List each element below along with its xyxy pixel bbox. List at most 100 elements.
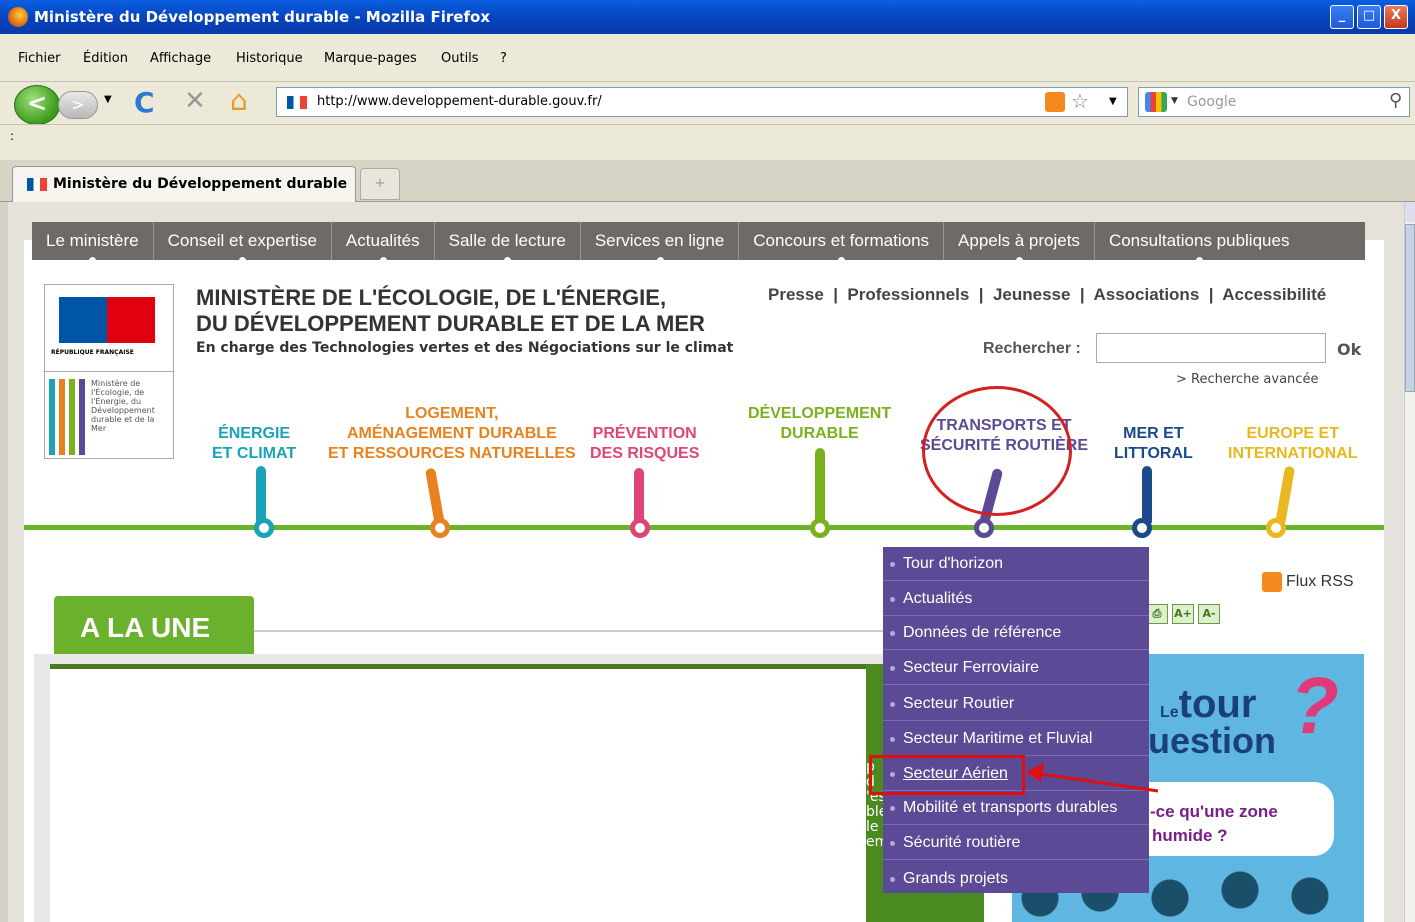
font-decrease-button[interactable]: A- xyxy=(1198,604,1220,624)
ministry-logo[interactable]: RÉPUBLIQUE FRANÇAISE Ministère de l'Écol… xyxy=(44,284,174,459)
print-icon[interactable]: ⎙ xyxy=(1146,604,1168,624)
menu-outils[interactable]: Outils xyxy=(441,51,479,66)
nav-salle-lecture[interactable]: Salle de lecture xyxy=(435,222,581,264)
history-dropdown-icon[interactable]: ▼ xyxy=(104,94,112,105)
vertical-scrollbar[interactable] xyxy=(1404,202,1415,922)
theme-logement-l1: LOGEMENT, xyxy=(405,405,499,422)
theme-europe-l2: INTERNATIONAL xyxy=(1228,445,1358,462)
theme-logement[interactable]: LOGEMENT, AMÉNAGEMENT DURABLE ET RESSOURCE… xyxy=(328,404,576,464)
node-transports[interactable] xyxy=(974,518,994,538)
url-dropdown-icon[interactable]: ▼ xyxy=(1109,96,1117,107)
node-logement[interactable] xyxy=(430,518,450,538)
new-tab-button[interactable]: + xyxy=(360,168,400,200)
address-bar[interactable]: http://www.developpement-durable.gouv.fr… xyxy=(276,87,1128,117)
favicon-icon xyxy=(287,96,307,109)
dd-secteur-maritime[interactable]: Secteur Maritime et Fluvial xyxy=(883,722,1149,756)
dd-securite-routiere[interactable]: Sécurité routière xyxy=(883,826,1149,860)
dd-secteur-routier[interactable]: Secteur Routier xyxy=(883,687,1149,721)
site-search-input[interactable] xyxy=(1096,333,1326,363)
nav-services-en-ligne[interactable]: Services en ligne xyxy=(581,222,740,264)
theme-europe-l1: EUROPE ET xyxy=(1246,425,1339,442)
search-box[interactable]: ▼ Google ⚲ xyxy=(1138,87,1410,117)
flux-rss-link[interactable]: Flux RSS xyxy=(1262,572,1354,592)
title-line-1: MINISTÈRE DE L'ÉCOLOGIE, DE L'ÉNERGIE, xyxy=(196,285,667,310)
title-line-2: DU DÉVELOPPEMENT DURABLE ET DE LA MER xyxy=(196,311,705,336)
nav-actualites[interactable]: Actualités xyxy=(332,222,435,264)
stop-button[interactable]: ✕ xyxy=(184,86,206,116)
ministry-subtitle: En charge des Technologies vertes et des… xyxy=(196,340,734,356)
node-mer[interactable] xyxy=(1132,518,1152,538)
theme-mer[interactable]: MER ET LITTORAL xyxy=(1114,424,1193,464)
scroll-thumb[interactable] xyxy=(1405,224,1415,392)
node-prevention[interactable] xyxy=(630,518,650,538)
dd-donnees-reference[interactable]: Données de référence xyxy=(883,616,1149,650)
home-button[interactable]: ⌂ xyxy=(230,84,248,117)
bookmark-star-icon[interactable]: ☆ xyxy=(1071,89,1089,113)
nav-le-ministere[interactable]: Le ministère xyxy=(32,222,154,264)
theme-prevention[interactable]: PRÉVENTION DES RISQUES xyxy=(590,424,699,464)
firefox-icon xyxy=(8,7,28,27)
close-button[interactable]: X xyxy=(1384,5,1408,29)
search-go-icon[interactable]: ⚲ xyxy=(1389,90,1402,111)
banner-question: uestion xyxy=(1148,720,1277,761)
url-text: http://www.developpement-durable.gouv.fr… xyxy=(317,94,602,109)
menu-help[interactable]: ? xyxy=(500,51,507,66)
dd-grands-projets[interactable]: Grands projets xyxy=(883,862,1149,896)
stick-mer xyxy=(1142,466,1152,526)
node-developpement[interactable] xyxy=(810,518,830,538)
theme-developpement[interactable]: DÉVELOPPEMENT DURABLE xyxy=(748,404,891,444)
reload-button[interactable]: C xyxy=(134,86,155,119)
dd-tour-horizon[interactable]: Tour d'horizon xyxy=(883,547,1149,581)
search-label: Rechercher : xyxy=(983,340,1081,357)
maximize-button[interactable]: □ xyxy=(1357,5,1381,29)
dd-actualites[interactable]: Actualités xyxy=(883,582,1149,616)
page-tools: ⎙ A+ A- xyxy=(1146,604,1224,624)
navigation-toolbar: < > ▼ C ✕ ⌂ http://www.developpement-dur… xyxy=(0,82,1415,125)
tab-ministere[interactable]: Ministère du Développement durable xyxy=(12,166,356,202)
font-increase-button[interactable]: A+ xyxy=(1172,604,1194,624)
menu-fichier[interactable]: Fichier xyxy=(18,51,61,66)
dd-secteur-ferroviaire[interactable]: Secteur Ferroviaire xyxy=(883,651,1149,685)
bubble-line-2: humide ? xyxy=(1152,826,1228,845)
bubble-line-1: -ce qu'une zone xyxy=(1150,802,1278,821)
advanced-search-link[interactable]: > Recherche avancée xyxy=(1176,372,1318,387)
node-energie[interactable] xyxy=(254,518,274,538)
node-europe[interactable] xyxy=(1266,518,1286,538)
rss-feed-icon[interactable] xyxy=(1045,92,1065,112)
theme-europe[interactable]: EUROPE ET INTERNATIONAL xyxy=(1228,424,1357,464)
flux-rss-label: Flux RSS xyxy=(1286,573,1354,591)
nav-appels-projets[interactable]: Appels à projets xyxy=(944,222,1095,264)
tab-favicon-icon xyxy=(27,178,47,191)
theme-energie-l2: ET CLIMAT xyxy=(212,445,297,462)
scroll-up-arrow[interactable] xyxy=(1405,202,1415,222)
ministry-title: MINISTÈRE DE L'ÉCOLOGIE, DE L'ÉNERGIE, D… xyxy=(196,285,705,337)
menu-edition[interactable]: Édition xyxy=(83,51,128,66)
theme-energie[interactable]: ÉNERGIE ET CLIMAT xyxy=(212,424,296,464)
menu-historique[interactable]: Historique xyxy=(236,51,303,66)
theme-prevention-l1: PRÉVENTION xyxy=(592,425,697,442)
top-links[interactable]: Presse | Professionnels | Jeunesse | Ass… xyxy=(768,285,1326,305)
back-button[interactable]: < xyxy=(14,85,60,125)
google-engine-icon[interactable] xyxy=(1145,92,1167,112)
theme-mer-l1: MER ET xyxy=(1123,425,1184,442)
question-mark-icon: ? xyxy=(1290,661,1339,750)
search-ok-button[interactable]: Ok xyxy=(1337,340,1361,359)
theme-logement-l2: AMÉNAGEMENT DURABLE xyxy=(346,425,557,442)
bubble-text: -ce qu'une zone humide ? xyxy=(1150,800,1278,848)
dd-mobilite[interactable]: Mobilité et transports durables xyxy=(883,791,1149,825)
menu-bar: Fichier Édition Affichage Historique Mar… xyxy=(0,34,1415,82)
marianne-logo-icon xyxy=(59,297,155,343)
nav-consultations-publiques[interactable]: Consultations publiques xyxy=(1095,222,1304,264)
minimize-button[interactable]: _ xyxy=(1330,5,1354,29)
menu-marque-pages[interactable]: Marque-pages xyxy=(324,51,417,66)
une-content xyxy=(50,664,866,922)
theme-energie-l1: ÉNERGIE xyxy=(218,425,291,442)
highlight-circle xyxy=(922,386,1072,516)
transports-dropdown: Tour d'horizon Actualités Données de réf… xyxy=(883,547,1149,893)
nav-conseil-expertise[interactable]: Conseil et expertise xyxy=(154,222,332,264)
nav-concours-formations[interactable]: Concours et formations xyxy=(739,222,945,264)
search-input: Google xyxy=(1187,94,1237,110)
forward-button[interactable]: > xyxy=(58,91,98,119)
menu-affichage[interactable]: Affichage xyxy=(150,51,211,66)
rss-icon xyxy=(1262,572,1282,592)
